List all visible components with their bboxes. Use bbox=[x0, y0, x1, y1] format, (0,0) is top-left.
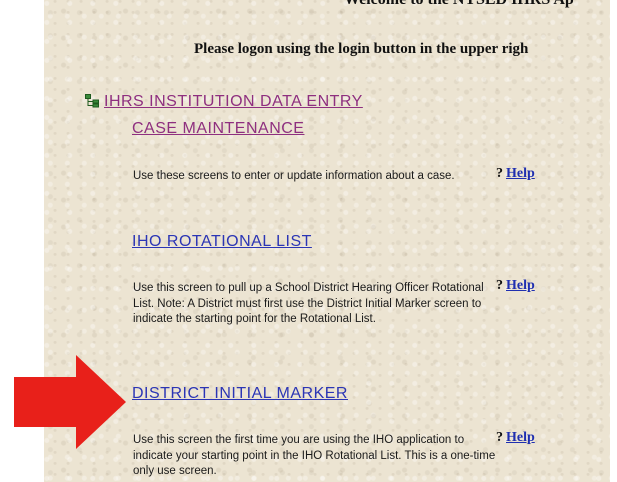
arrow-shape bbox=[14, 355, 126, 449]
logon-prompt: Please logon using the login button in t… bbox=[194, 41, 529, 57]
web-page: Welcome to the NYSED IHRS Ap Please logo… bbox=[44, 0, 610, 482]
question-mark: ? bbox=[496, 430, 503, 445]
help-link[interactable]: Help bbox=[506, 278, 535, 293]
tree-folder-icon bbox=[85, 94, 99, 108]
help-case-maintenance: ? Help bbox=[496, 166, 535, 182]
help-iho-rotational-list: ? Help bbox=[496, 278, 535, 294]
welcome-heading: Welcome to the NYSED IHRS Ap bbox=[344, 0, 574, 9]
question-mark: ? bbox=[496, 278, 503, 293]
red-arrow-icon bbox=[14, 355, 126, 449]
help-link[interactable]: Help bbox=[506, 166, 535, 181]
link-case-maintenance[interactable]: CASE MAINTENANCE bbox=[132, 120, 304, 138]
description-case-maintenance: Use these screens to enter or update inf… bbox=[133, 170, 455, 182]
question-mark: ? bbox=[496, 166, 503, 181]
help-link[interactable]: Help bbox=[506, 430, 535, 445]
help-district-initial-marker: ? Help bbox=[496, 430, 535, 446]
screenshot-frame: Welcome to the NYSED IHRS Ap Please logo… bbox=[0, 0, 617, 482]
description-district-initial-marker: Use this screen the first time you are u… bbox=[133, 434, 496, 477]
section-link-ihrs-institution-data-entry[interactable]: IHRS INSTITUTION DATA ENTRY bbox=[104, 93, 363, 111]
link-iho-rotational-list[interactable]: IHO ROTATIONAL LIST bbox=[132, 233, 312, 251]
description-iho-rotational-list: Use this screen to pull up a School Dist… bbox=[133, 282, 484, 325]
link-district-initial-marker[interactable]: DISTRICT INITIAL MARKER bbox=[132, 385, 348, 403]
